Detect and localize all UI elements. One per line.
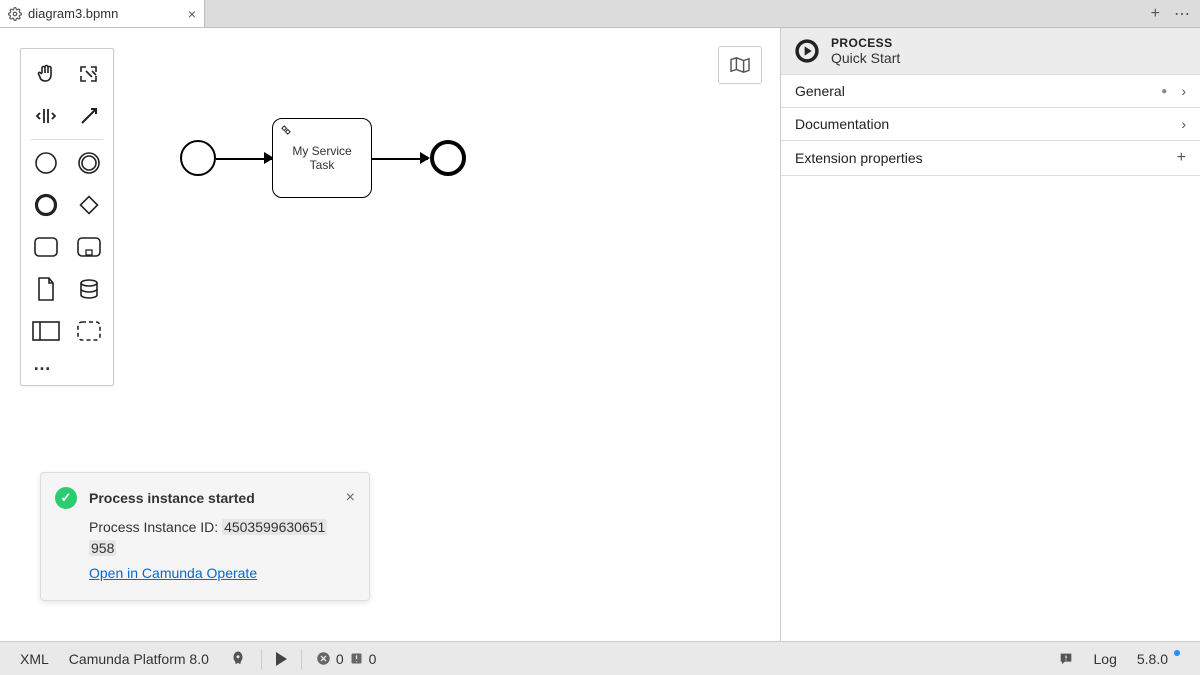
error-icon	[316, 651, 331, 666]
bpmn-diagram: My Service Task	[180, 118, 500, 198]
end-event[interactable]	[430, 140, 466, 176]
palette-divider	[31, 139, 103, 140]
error-count: 0	[336, 651, 344, 667]
chevron-right-icon: ›	[1181, 83, 1186, 99]
toast-instance-id-part2: 958	[89, 540, 116, 556]
add-property-button[interactable]: +	[1177, 149, 1186, 167]
data-store-tool[interactable]	[70, 270, 108, 308]
properties-element-name: Quick Start	[831, 50, 900, 66]
arrow-icon	[420, 152, 430, 164]
palette-more-button[interactable]: …	[25, 350, 109, 379]
tab-menu-button[interactable]: ⋯	[1174, 4, 1190, 24]
section-label: Extension properties	[795, 150, 923, 166]
status-bar: XML Camunda Platform 8.0 0 0 Log 5.8.0	[0, 641, 1200, 675]
tabbar-actions: + ⋯	[1151, 0, 1200, 27]
section-documentation[interactable]: Documentation ›	[781, 108, 1200, 141]
participant-tool[interactable]	[27, 312, 65, 350]
service-task-gear-icon	[279, 123, 293, 140]
process-icon	[793, 37, 821, 65]
connect-tool[interactable]	[70, 97, 108, 135]
task-tool[interactable]	[27, 228, 65, 266]
canvas[interactable]: … My Service Task ✓ Process i	[0, 28, 780, 641]
end-event-tool[interactable]	[27, 186, 65, 224]
close-tab-button[interactable]: ×	[188, 7, 196, 21]
data-object-tool[interactable]	[27, 270, 65, 308]
toast-id-label: Process Instance ID:	[89, 519, 222, 535]
version-indicator[interactable]: 5.8.0	[1127, 651, 1190, 667]
lasso-tool[interactable]	[70, 55, 108, 93]
open-operate-link[interactable]: Open in Camunda Operate	[89, 563, 257, 584]
space-tool[interactable]	[27, 97, 65, 135]
start-event-tool[interactable]	[27, 144, 65, 182]
properties-panel: PROCESS Quick Start General ● › Document…	[780, 28, 1200, 641]
gear-icon	[8, 7, 22, 21]
play-icon	[276, 652, 287, 666]
section-general[interactable]: General ● ›	[781, 75, 1200, 108]
xml-toggle[interactable]: XML	[10, 651, 59, 667]
toast-title: Process instance started	[89, 490, 255, 506]
properties-type-label: PROCESS	[831, 36, 900, 50]
toast-instance-id-part1: 4503599630651	[222, 519, 327, 535]
section-label: Documentation	[795, 116, 889, 132]
update-available-dot-icon	[1174, 650, 1180, 656]
intermediate-event-tool[interactable]	[70, 144, 108, 182]
section-extension-properties[interactable]: Extension properties +	[781, 141, 1200, 176]
warning-count: 0	[369, 651, 377, 667]
minimap-toggle[interactable]	[718, 46, 762, 84]
deploy-button[interactable]	[219, 650, 257, 668]
warning-icon	[349, 651, 364, 666]
file-tab[interactable]: diagram3.bpmn ×	[0, 0, 205, 27]
new-tab-button[interactable]: +	[1151, 5, 1160, 23]
log-button[interactable]: Log	[1084, 651, 1127, 667]
task-label: My Service Task	[279, 144, 365, 172]
tab-title: diagram3.bpmn	[28, 6, 118, 21]
section-label: General	[795, 83, 845, 99]
chevron-right-icon: ›	[1181, 116, 1186, 132]
properties-header: PROCESS Quick Start	[781, 28, 1200, 75]
modified-indicator-icon: ●	[1161, 86, 1175, 97]
platform-selector[interactable]: Camunda Platform 8.0	[59, 651, 219, 667]
toast-close-button[interactable]: ×	[346, 489, 355, 507]
hand-tool[interactable]	[27, 55, 65, 93]
gateway-tool[interactable]	[70, 186, 108, 224]
feedback-button[interactable]	[1048, 651, 1084, 667]
service-task[interactable]: My Service Task	[272, 118, 372, 198]
problems-indicator[interactable]: 0 0	[306, 651, 387, 667]
success-check-icon: ✓	[55, 487, 77, 509]
start-event[interactable]	[180, 140, 216, 176]
tool-palette: …	[20, 48, 114, 386]
tab-bar: diagram3.bpmn × + ⋯	[0, 0, 1200, 28]
notification-toast: ✓ Process instance started × Process Ins…	[40, 472, 370, 601]
group-tool[interactable]	[70, 312, 108, 350]
rocket-icon	[229, 650, 247, 668]
subprocess-tool[interactable]	[70, 228, 108, 266]
main-area: … My Service Task ✓ Process i	[0, 28, 1200, 641]
feedback-icon	[1058, 651, 1074, 667]
run-button[interactable]	[266, 652, 297, 666]
